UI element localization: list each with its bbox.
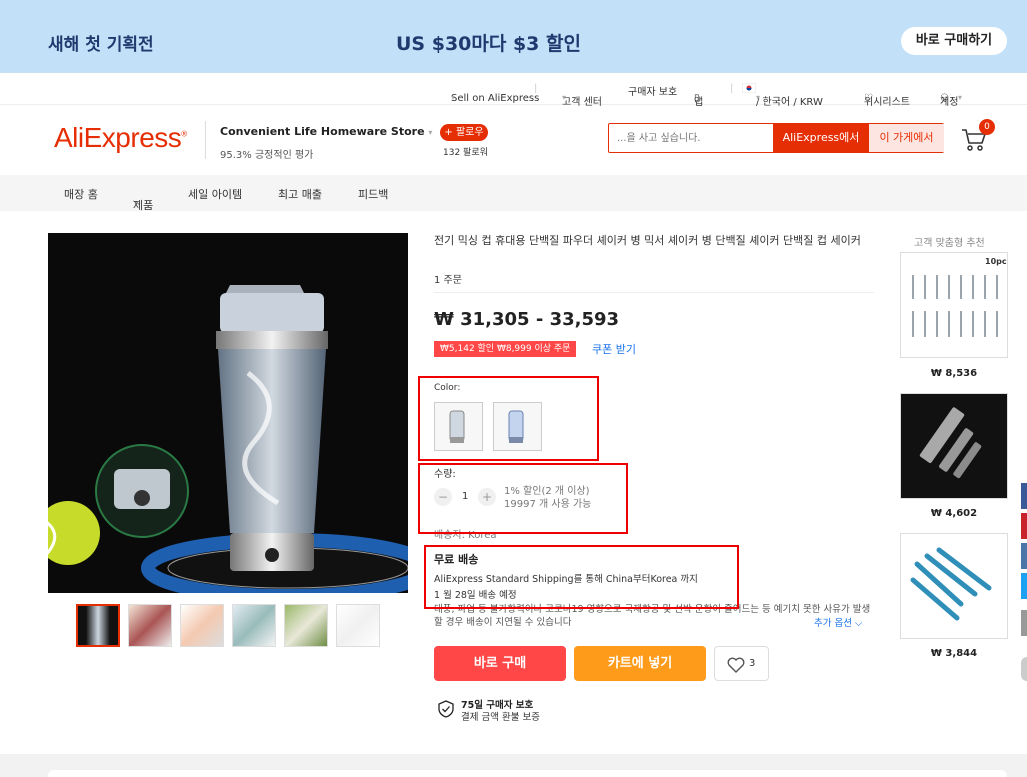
store-name-text: Convenient Life Homeware Store <box>220 125 425 138</box>
wishlist-count: 3 <box>749 658 756 669</box>
logo-text: AliExpress <box>54 122 182 153</box>
shaker-bottle-image <box>48 233 408 593</box>
chevron-down-icon: ⌵ <box>133 197 140 207</box>
chevron-down-icon: ▾ <box>958 93 963 102</box>
buyer-protection-link[interactable]: 구매자 보호 <box>628 83 677 98</box>
recommended-product[interactable]: 10pcs <box>900 252 1008 358</box>
thumbnail[interactable] <box>232 604 276 647</box>
main-product-image[interactable] <box>48 233 408 593</box>
thumbnail[interactable] <box>128 604 172 647</box>
get-coupon-link[interactable]: 쿠폰 받기 <box>592 341 636 357</box>
chevron-down-icon: ▾ <box>756 93 761 102</box>
nav-feedback[interactable]: 피드백 <box>358 186 388 202</box>
divider: | <box>730 83 734 94</box>
aliexpress-logo[interactable]: AliExpress® <box>54 122 187 154</box>
search-all-button[interactable]: AliExpress에서 <box>773 124 869 152</box>
thumbnail[interactable] <box>284 604 328 647</box>
nav-sale-items[interactable]: 세일 아이템 <box>188 186 242 202</box>
product-price: ₩ 31,305 - 33,593 <box>434 309 620 330</box>
follow-button[interactable]: + 팔로우 <box>440 124 488 141</box>
share-vk-button[interactable] <box>1021 543 1027 569</box>
divider <box>205 121 206 159</box>
search-input[interactable] <box>617 129 767 147</box>
highlight-box-shipping <box>424 545 739 609</box>
share-facebook-button[interactable] <box>1021 483 1027 509</box>
top-utility-bar: Sell on AliExpress ▾ | 고객 센터 ▾ 구매자 보호 ▯ … <box>0 73 1027 108</box>
chevron-down-icon: ▾ <box>562 93 567 102</box>
product-thumbnail <box>901 534 1007 638</box>
thumbnail[interactable] <box>76 604 120 647</box>
sell-label: Sell on AliExpress <box>451 93 540 104</box>
recommended-product[interactable] <box>900 533 1008 639</box>
nav-store-home[interactable]: 매장 홈 <box>64 186 98 202</box>
banner-buy-button[interactable]: 바로 구매하기 <box>901 27 1007 55</box>
divider <box>434 292 874 293</box>
next-section-card <box>48 770 1007 777</box>
recommended-price: ₩ 8,536 <box>930 368 978 379</box>
chevron-down-icon: ▾ <box>428 128 433 137</box>
store-rating: 95.3% 긍정적인 평가 <box>220 146 313 161</box>
promo-banner[interactable]: 새해 첫 기획전 US $30마다 $3 할인 바로 구매하기 <box>0 0 1027 73</box>
search-bar: AliExpress에서 이 가게에서 <box>608 123 944 153</box>
recommended-price: ₩ 4,602 <box>930 508 978 519</box>
buyer-protection-subtitle: 결제 금액 환불 보증 <box>461 712 540 723</box>
banner-left-text: 새해 첫 기획전 <box>48 35 154 55</box>
search-store-button[interactable]: 이 가게에서 <box>869 124 944 152</box>
thumbnail[interactable] <box>180 604 224 647</box>
coupon-badge: ₩5,142 할인 ₩8,999 이상 주문 <box>434 341 577 357</box>
heart-icon <box>727 657 745 673</box>
store-header: AliExpress® Convenient Life Homeware Sto… <box>0 105 1027 175</box>
order-count: 1 주문 <box>434 275 462 286</box>
rec-badge: 10pcs <box>985 257 1007 266</box>
scroll-top-button[interactable] <box>1021 657 1027 681</box>
highlight-box-color <box>418 376 599 461</box>
shield-check-icon <box>438 700 454 718</box>
recommended-product[interactable] <box>900 393 1008 499</box>
cart-count-badge: 0 <box>979 119 995 135</box>
rating-text: 긍정적인 평가 <box>254 150 314 161</box>
recommended-price: ₩ 3,844 <box>930 648 978 659</box>
product-thumbnail: 10pcs <box>901 253 1007 357</box>
share-pinterest-button[interactable] <box>1021 513 1027 539</box>
store-name[interactable]: Convenient Life Homeware Store ▾ <box>220 125 432 138</box>
wishlist-button[interactable]: 3 <box>714 646 769 681</box>
korea-flag-icon <box>741 82 757 94</box>
recommendations-title: 고객 맞춤형 추천 <box>914 238 985 249</box>
rating-value: 95.3% <box>220 150 252 161</box>
banner-center-text: US $30마다 $3 할인 <box>396 33 581 55</box>
more-options-label: 추가 옵션 <box>814 618 852 629</box>
product-thumbnail <box>901 394 1007 498</box>
add-to-cart-button[interactable]: 카트에 넣기 <box>574 646 706 681</box>
share-more-button[interactable] <box>1021 610 1027 636</box>
highlight-box-quantity <box>418 463 628 534</box>
nav-top-selling[interactable]: 최고 매출 <box>278 186 322 202</box>
buy-now-button[interactable]: 바로 구매 <box>434 646 566 681</box>
chevron-down-icon: ▾ <box>451 93 456 102</box>
thumbnail[interactable] <box>336 604 380 647</box>
product-title: 전기 믹싱 컵 휴대용 단백질 파우더 셰이커 병 믹서 셰이커 병 단백질 셰… <box>434 234 861 247</box>
chevron-down-icon: ⌵ <box>855 618 863 629</box>
more-options-link[interactable]: 추가 옵션 ⌵ <box>814 615 862 629</box>
language-selector[interactable]: / 한국어 / KRW ▾ <box>741 82 823 108</box>
cart-button[interactable]: 0 <box>960 119 995 153</box>
divider: | <box>534 83 538 94</box>
followers-count: 132 팔로워 <box>443 148 488 158</box>
store-nav: 매장 홈 제품 ⌵ 세일 아이템 최고 매출 피드백 <box>0 175 1027 212</box>
share-twitter-button[interactable] <box>1021 573 1027 599</box>
